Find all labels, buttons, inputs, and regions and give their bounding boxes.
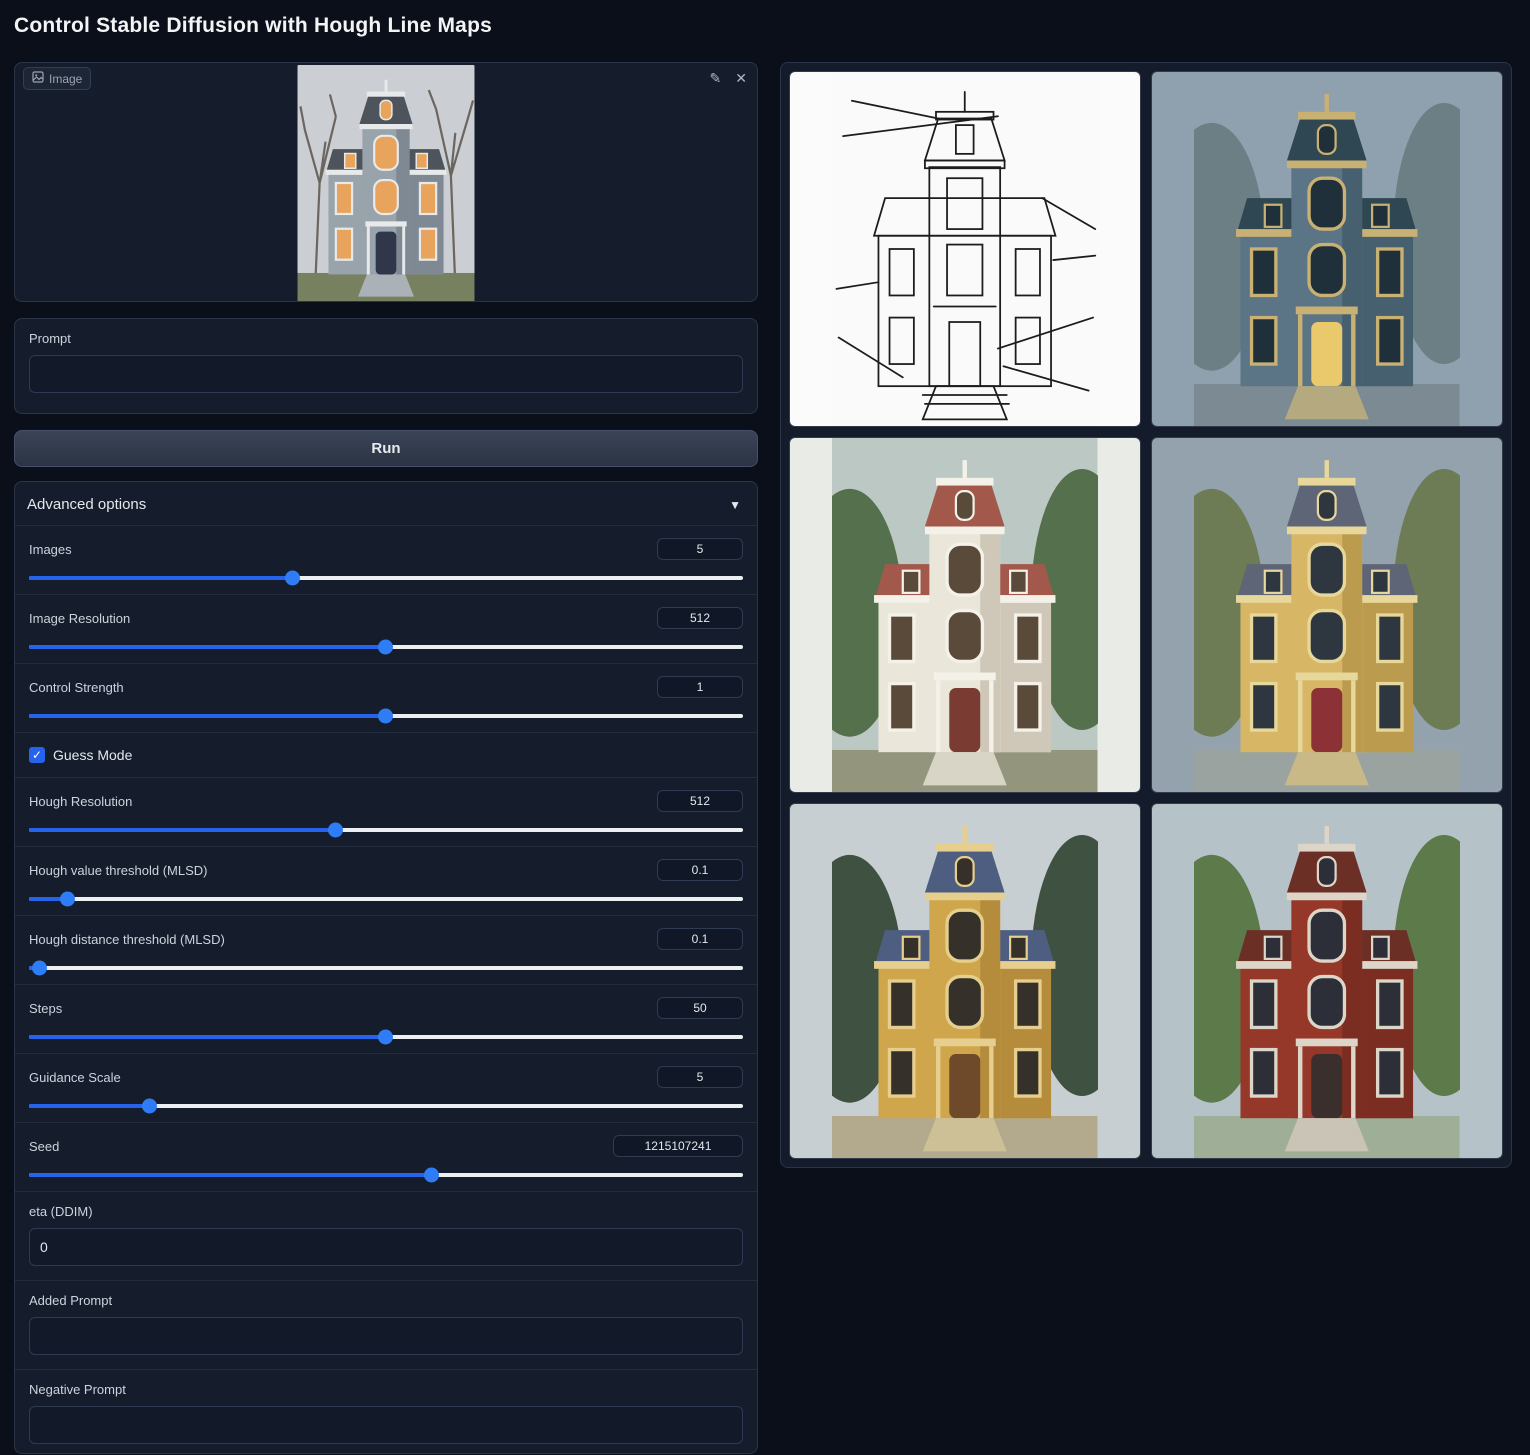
slider-value-control-strength[interactable]: 1: [657, 676, 743, 698]
sliders-group-bottom: Hough Resolution 512 Hough value threshold…: [15, 777, 757, 1191]
gallery-grid: [789, 71, 1503, 1159]
slider-track-hough-distance-threshold-mlsd[interactable]: [29, 966, 743, 970]
slider-handle-hough-resolution[interactable]: [328, 823, 343, 838]
result-white-victorian-image: [832, 438, 1098, 792]
slider-value-hough-distance-threshold-mlsd[interactable]: 0.1: [657, 928, 743, 950]
prompt-label: Prompt: [29, 331, 743, 346]
slider-track-hough-resolution[interactable]: [29, 828, 743, 832]
result-tan-victorian-image: [1194, 438, 1460, 792]
gallery-item-result-blue-victorian[interactable]: [1151, 71, 1503, 427]
slider-row-guidance-scale: Guidance Scale 5: [15, 1053, 757, 1122]
slider-value-image-resolution[interactable]: 512: [657, 607, 743, 629]
slider-handle-steps[interactable]: [378, 1030, 393, 1045]
slider-handle-guidance-scale[interactable]: [142, 1099, 157, 1114]
gallery-item-result-gold-victorian[interactable]: [789, 803, 1141, 1159]
image-panel-label-text: Image: [49, 72, 82, 86]
slider-fill: [29, 1173, 432, 1177]
slider-handle-seed[interactable]: [424, 1168, 439, 1183]
slider-row-seed: Seed 1215107241: [15, 1122, 757, 1191]
slider-track-hough-value-threshold-mlsd[interactable]: [29, 897, 743, 901]
slider-label-images: Images: [29, 542, 72, 557]
eta-input[interactable]: [29, 1228, 743, 1266]
added-prompt-label: Added Prompt: [29, 1293, 743, 1308]
gallery-item-result-white-victorian[interactable]: [789, 437, 1141, 793]
slider-row-image-resolution: Image Resolution 512: [15, 594, 757, 663]
slider-row-control-strength: Control Strength 1: [15, 663, 757, 732]
gallery-item-result-red-victorian[interactable]: [1151, 803, 1503, 1159]
slider-track-guidance-scale[interactable]: [29, 1104, 743, 1108]
slider-fill: [29, 1035, 386, 1039]
app-window: Control Stable Diffusion with Hough Line…: [0, 0, 1530, 1455]
slider-row-images: Images 5: [15, 525, 757, 594]
slider-track-seed[interactable]: [29, 1173, 743, 1177]
slider-label-hough-value-threshold-mlsd: Hough value threshold (MLSD): [29, 863, 207, 878]
slider-label-hough-distance-threshold-mlsd: Hough distance threshold (MLSD): [29, 932, 225, 947]
guess-mode-label[interactable]: Guess Mode: [53, 747, 132, 763]
hough-line-map-image: [832, 72, 1098, 426]
gallery-item-hough-line-map[interactable]: [789, 71, 1141, 427]
image-panel-label: Image: [23, 67, 91, 90]
slider-row-hough-distance-threshold-mlsd: Hough distance threshold (MLSD) 0.1: [15, 915, 757, 984]
slider-label-seed: Seed: [29, 1139, 59, 1154]
negative-prompt-label: Negative Prompt: [29, 1382, 743, 1397]
slider-label-hough-resolution: Hough Resolution: [29, 794, 132, 809]
slider-fill: [29, 828, 336, 832]
slider-row-hough-resolution: Hough Resolution 512: [15, 777, 757, 846]
close-image-icon[interactable]: ✕: [735, 71, 747, 85]
gallery-item-result-tan-victorian[interactable]: [1151, 437, 1503, 793]
eta-row: eta (DDIM): [15, 1191, 757, 1280]
image-icon: [32, 71, 44, 86]
result-blue-victorian-image: [1194, 72, 1460, 426]
sliders-group-top: Images 5 Image Resolution 512 Control Streng…: [15, 525, 757, 732]
slider-label-control-strength: Control Strength: [29, 680, 124, 695]
advanced-options-header[interactable]: Advanced options ▼: [15, 482, 757, 525]
slider-value-hough-resolution[interactable]: 512: [657, 790, 743, 812]
slider-track-control-strength[interactable]: [29, 714, 743, 718]
run-button[interactable]: Run: [14, 430, 758, 467]
slider-track-images[interactable]: [29, 576, 743, 580]
slider-track-steps[interactable]: [29, 1035, 743, 1039]
eta-label: eta (DDIM): [29, 1204, 743, 1219]
slider-label-guidance-scale: Guidance Scale: [29, 1070, 121, 1085]
slider-handle-image-resolution[interactable]: [378, 640, 393, 655]
slider-handle-images[interactable]: [285, 571, 300, 586]
slider-value-steps[interactable]: 50: [657, 997, 743, 1019]
slider-row-hough-value-threshold-mlsd: Hough value threshold (MLSD) 0.1: [15, 846, 757, 915]
slider-row-steps: Steps 50: [15, 984, 757, 1053]
uploaded-image[interactable]: [297, 65, 475, 301]
slider-handle-control-strength[interactable]: [378, 709, 393, 724]
slider-fill: [29, 576, 293, 580]
prompt-panel: Prompt: [14, 318, 758, 414]
added-prompt-input[interactable]: [29, 1317, 743, 1355]
result-gold-victorian-image: [832, 804, 1098, 1158]
prompt-input[interactable]: [29, 355, 743, 393]
negative-prompt-row: Negative Prompt: [15, 1369, 757, 1454]
slider-label-steps: Steps: [29, 1001, 62, 1016]
chevron-down-icon: ▼: [729, 498, 741, 512]
advanced-options-panel: Advanced options ▼ Images 5 Image Resoluti…: [14, 481, 758, 1454]
page-title: Control Stable Diffusion with Hough Line…: [14, 14, 492, 38]
added-prompt-row: Added Prompt: [15, 1280, 757, 1369]
guess-mode-row: ✓ Guess Mode: [15, 732, 757, 777]
input-image-panel: Image ✎ ✕: [14, 62, 758, 302]
slider-fill: [29, 1104, 150, 1108]
result-gallery: [780, 62, 1512, 1168]
guess-mode-checkbox[interactable]: ✓: [29, 747, 45, 763]
slider-fill: [29, 645, 386, 649]
negative-prompt-input[interactable]: [29, 1406, 743, 1444]
slider-fill: [29, 714, 386, 718]
slider-value-guidance-scale[interactable]: 5: [657, 1066, 743, 1088]
slider-value-hough-value-threshold-mlsd[interactable]: 0.1: [657, 859, 743, 881]
result-red-victorian-image: [1194, 804, 1460, 1158]
slider-value-seed[interactable]: 1215107241: [613, 1135, 743, 1157]
advanced-options-title: Advanced options: [27, 496, 146, 513]
slider-track-image-resolution[interactable]: [29, 645, 743, 649]
slider-label-image-resolution: Image Resolution: [29, 611, 130, 626]
slider-value-images[interactable]: 5: [657, 538, 743, 560]
victorian-house-photo-image: [297, 65, 475, 301]
slider-handle-hough-value-threshold-mlsd[interactable]: [60, 892, 75, 907]
edit-image-icon[interactable]: ✎: [710, 71, 722, 85]
slider-handle-hough-distance-threshold-mlsd[interactable]: [32, 961, 47, 976]
